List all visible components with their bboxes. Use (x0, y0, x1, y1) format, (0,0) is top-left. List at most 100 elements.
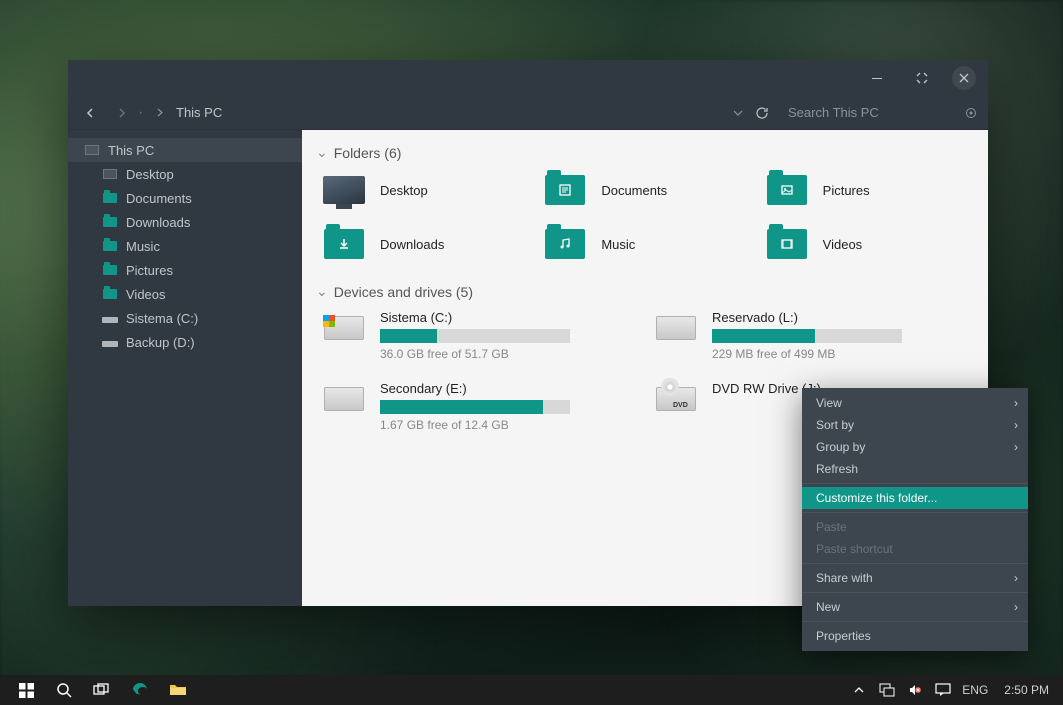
address-bar: · This PC (68, 96, 988, 130)
folder-videos[interactable]: Videos (765, 225, 974, 263)
navigation-pane: This PC Desktop Documents Downloads Musi… (68, 130, 302, 606)
menu-item-paste: Paste (802, 516, 1028, 538)
action-center-icon[interactable] (934, 681, 952, 699)
menu-item-new[interactable]: New› (802, 596, 1028, 618)
drive-sistema-c[interactable]: Sistema (C:)36.0 GB free of 51.7 GB (322, 310, 642, 361)
sidebar-item-this-pc[interactable]: This PC (68, 138, 302, 162)
file-explorer-button[interactable] (160, 676, 196, 704)
chevron-down-icon: ⌄ (316, 283, 328, 300)
folder-desktop[interactable]: Desktop (322, 171, 531, 209)
folder-pictures[interactable]: Pictures (765, 171, 974, 209)
sidebar-item-label: Backup (D:) (126, 335, 195, 350)
start-button[interactable] (8, 676, 44, 704)
menu-item-sort-by[interactable]: Sort by› (802, 414, 1028, 436)
menu-separator (802, 621, 1028, 622)
menu-item-share-with[interactable]: Share with› (802, 567, 1028, 589)
menu-separator (802, 483, 1028, 484)
refresh-button[interactable] (748, 106, 776, 120)
folder-label: Videos (823, 237, 863, 252)
search-button[interactable] (46, 676, 82, 704)
maximize-button[interactable] (899, 64, 944, 92)
sidebar-item-drive-c[interactable]: Sistema (C:) (68, 306, 302, 330)
section-header-drives[interactable]: ⌄ Devices and drives (5) (316, 283, 974, 300)
folder-label: Music (601, 237, 635, 252)
minimize-button[interactable] (854, 64, 899, 92)
folder-downloads[interactable]: Downloads (322, 225, 531, 263)
drive-free-text: 36.0 GB free of 51.7 GB (380, 347, 642, 361)
folder-music[interactable]: Music (543, 225, 752, 263)
search-settings-icon[interactable] (964, 107, 978, 119)
menu-item-refresh[interactable]: Refresh (802, 458, 1028, 480)
edge-browser-button[interactable] (122, 676, 158, 704)
menu-item-customize-folder[interactable]: Customize this folder... (802, 487, 1028, 509)
drive-reservado-l[interactable]: Reservado (L:) 229 MB free of 499 MB (654, 310, 974, 361)
folder-label: Desktop (380, 183, 428, 198)
chevron-right-icon: › (1014, 600, 1018, 614)
forward-button[interactable] (106, 99, 138, 127)
menu-item-properties[interactable]: Properties (802, 625, 1028, 647)
sidebar-item-downloads[interactable]: Downloads (68, 210, 302, 234)
volume-icon[interactable] (906, 681, 924, 699)
sidebar-item-pictures[interactable]: Pictures (68, 258, 302, 282)
search-box (788, 101, 978, 125)
back-button[interactable] (74, 99, 106, 127)
chevron-right-icon: › (1014, 396, 1018, 410)
dvd-drive-icon (654, 381, 698, 417)
drive-label: Reservado (L:) (712, 310, 974, 325)
sidebar-item-videos[interactable]: Videos (68, 282, 302, 306)
sidebar-item-desktop[interactable]: Desktop (68, 162, 302, 186)
drive-label: Secondary (E:) (380, 381, 642, 396)
usage-bar (380, 329, 570, 343)
sidebar-item-label: Desktop (126, 167, 174, 182)
section-header-folders[interactable]: ⌄Folders (6) (316, 144, 974, 161)
network-icon[interactable] (878, 681, 896, 699)
menu-separator (802, 512, 1028, 513)
task-view-button[interactable] (84, 676, 120, 704)
search-input[interactable] (788, 105, 964, 120)
menu-separator (802, 563, 1028, 564)
close-button[interactable] (952, 66, 976, 90)
folder-icon (102, 215, 118, 229)
desktop-icon (322, 171, 366, 209)
drive-icon (322, 381, 366, 417)
language-indicator[interactable]: ENG (962, 683, 988, 697)
system-drive-icon (322, 310, 366, 346)
section-title: Devices and drives (5) (334, 284, 473, 300)
address-dropdown-button[interactable] (728, 110, 748, 116)
drive-icon (102, 335, 118, 349)
monitor-icon (102, 167, 118, 181)
drive-icon (102, 311, 118, 325)
sidebar-item-label: Videos (126, 287, 166, 302)
usage-bar (712, 329, 902, 343)
monitor-icon (84, 143, 100, 157)
sidebar-item-drive-d[interactable]: Backup (D:) (68, 330, 302, 354)
folder-icon (102, 263, 118, 277)
path-separator-icon (150, 108, 170, 117)
sidebar-item-label: Downloads (126, 215, 190, 230)
folder-label: Pictures (823, 183, 870, 198)
sidebar-item-documents[interactable]: Documents (68, 186, 302, 210)
chevron-right-icon: › (1014, 418, 1018, 432)
folder-icon (102, 239, 118, 253)
drive-secondary-e[interactable]: Secondary (E:)1.67 GB free of 12.4 GB (322, 381, 642, 432)
tray-chevron-icon[interactable] (850, 681, 868, 699)
sidebar-item-label: Pictures (126, 263, 173, 278)
titlebar (68, 60, 988, 96)
folder-label: Documents (601, 183, 667, 198)
sidebar-item-label: Sistema (C:) (126, 311, 198, 326)
breadcrumb[interactable]: This PC (170, 105, 228, 120)
folder-icon (102, 287, 118, 301)
drive-free-text: 229 MB free of 499 MB (712, 347, 974, 361)
clock[interactable]: 2:50 PM (998, 683, 1055, 697)
menu-separator (802, 592, 1028, 593)
menu-item-group-by[interactable]: Group by› (802, 436, 1028, 458)
chevron-right-icon: › (1014, 440, 1018, 454)
folder-label: Downloads (380, 237, 444, 252)
sidebar-item-music[interactable]: Music (68, 234, 302, 258)
documents-folder-icon (543, 171, 587, 209)
downloads-folder-icon (322, 225, 366, 263)
recent-locations-button[interactable]: · (138, 104, 150, 122)
menu-item-view[interactable]: View› (802, 392, 1028, 414)
folder-documents[interactable]: Documents (543, 171, 752, 209)
usage-bar (380, 400, 570, 414)
